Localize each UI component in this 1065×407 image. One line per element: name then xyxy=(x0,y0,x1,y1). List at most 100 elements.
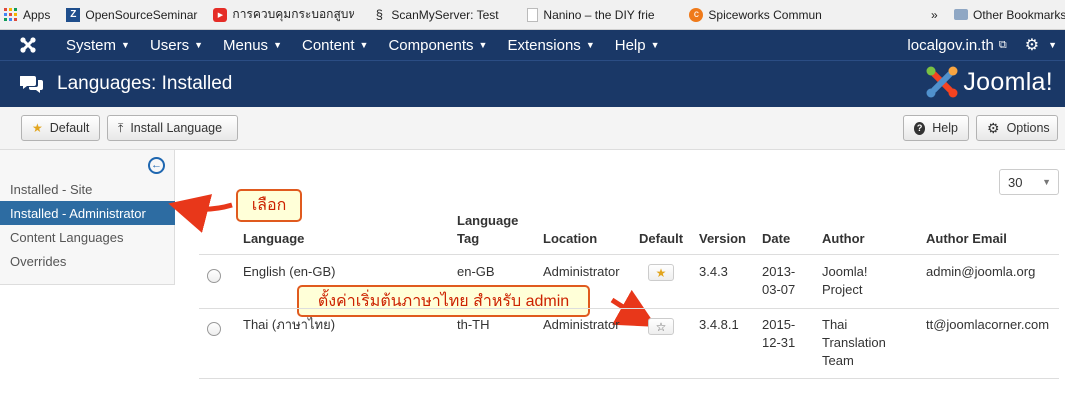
user-gear-menu[interactable]: ⚙ ▼ xyxy=(1015,30,1065,60)
options-button[interactable]: ⚙ Options xyxy=(976,115,1058,141)
caret-down-icon: ▼ xyxy=(194,40,204,50)
callout-default-admin: ตั้งค่าเริ่มต้นภาษาไทย สำหรับ admin xyxy=(297,285,590,317)
cell-author: Joomla! Project xyxy=(822,264,868,297)
menu-components[interactable]: Components ▼ xyxy=(378,30,497,60)
callout-text: เลือก xyxy=(251,197,287,214)
column-header-language-tag[interactable]: Language Tag xyxy=(457,212,518,248)
gear-icon: ⚙ xyxy=(987,119,1000,136)
collapse-sidebar-icon[interactable]: ← xyxy=(148,157,165,174)
column-header-language[interactable]: Language xyxy=(243,230,304,248)
joomla-brand: Joomla! xyxy=(925,65,1053,99)
page-title: Languages: Installed xyxy=(57,73,233,94)
question-circle-icon: ? xyxy=(914,121,926,135)
row-select-radio[interactable] xyxy=(207,269,221,283)
bookmark-scanmyserver[interactable]: § ScanMyServer: Test xyxy=(366,0,513,30)
sidebar: ← Installed - Site Installed - Administr… xyxy=(0,150,175,285)
chevron-down-icon: ▼ xyxy=(1042,177,1051,187)
caret-down-icon: ▼ xyxy=(585,40,595,50)
bookmark-spiceworks[interactable]: c Spiceworks Commun xyxy=(683,0,840,30)
site-link[interactable]: localgov.in.th ⧉ xyxy=(897,30,1014,60)
external-link-icon: ⧉ xyxy=(998,38,1007,51)
caret-down-icon: ▼ xyxy=(650,40,660,50)
caret-down-icon: ▼ xyxy=(1048,40,1057,50)
column-header-default[interactable]: Default xyxy=(639,230,683,248)
chevron-double-right-icon: » xyxy=(931,7,938,22)
cell-email: tt@joomlacorner.com xyxy=(926,317,1050,332)
column-header-location[interactable]: Location xyxy=(543,230,597,248)
sidebar-item-installed-administrator[interactable]: Installed - Administrator xyxy=(0,201,175,225)
sidebar-item-overrides[interactable]: Overrides xyxy=(0,249,175,273)
toolbar: ★ Default ⤒ Install Language ? Help ⚙ Op… xyxy=(0,107,1065,150)
column-header-date[interactable]: Date xyxy=(762,230,790,248)
gear-icon: ⚙ xyxy=(1024,37,1040,54)
sidebar-item-installed-site[interactable]: Installed - Site xyxy=(0,177,175,201)
menu-label: Menus xyxy=(223,36,269,54)
menu-system[interactable]: System ▼ xyxy=(56,30,140,60)
button-label: Help xyxy=(932,121,958,135)
joomla-small-logo-icon[interactable] xyxy=(0,36,56,54)
other-bookmarks[interactable]: Other Bookmarks xyxy=(948,0,1065,30)
menu-label: Extensions xyxy=(507,36,581,54)
caret-down-icon: ▼ xyxy=(478,40,488,50)
joomla-wordmark: Joomla! xyxy=(963,67,1053,96)
bookmark-nanino[interactable]: Nanino – the DIY frie xyxy=(521,0,679,30)
bookmark-label: OpenSourceSeminar xyxy=(85,7,198,22)
help-button[interactable]: ? Help xyxy=(903,115,969,141)
sidebar-item-label: Content Languages xyxy=(10,229,124,245)
bookmark-apps[interactable]: Apps xyxy=(0,0,56,30)
row-border xyxy=(199,378,1059,379)
button-label: Install Language xyxy=(130,121,223,135)
page-header: Languages: Installed Joomla! xyxy=(0,60,1065,107)
bookmark-label: Spiceworks Commun xyxy=(708,7,822,22)
row-select-radio[interactable] xyxy=(207,322,221,336)
column-header-author[interactable]: Author xyxy=(822,230,865,248)
folder-icon xyxy=(954,9,968,20)
sidebar-item-content-languages[interactable]: Content Languages xyxy=(0,225,175,249)
default-button[interactable]: ★ Default xyxy=(21,115,100,141)
install-language-button[interactable]: ⤒ Install Language xyxy=(107,115,238,141)
menu-extensions[interactable]: Extensions ▼ xyxy=(497,30,604,60)
site-name: localgov.in.th xyxy=(907,36,994,54)
arrow-to-sidebar xyxy=(168,194,233,233)
cell-email: admin@joomla.org xyxy=(926,264,1036,279)
menu-label: Users xyxy=(149,36,190,54)
menu-users[interactable]: Users ▼ xyxy=(140,30,213,60)
callout-text: ตั้งค่าเริ่มต้นภาษาไทย สำหรับ admin xyxy=(317,292,570,310)
bookmark-label: Nanino – the DIY frie xyxy=(543,7,655,22)
callout-select: เลือก xyxy=(236,189,302,222)
cell-date: 2015- 12-31 xyxy=(762,317,796,350)
menu-content[interactable]: Content ▼ xyxy=(292,30,378,60)
sidebar-item-label: Installed - Site xyxy=(10,181,93,197)
cell-language: Thai (ภาษาไทย) xyxy=(243,317,336,332)
column-header-version[interactable]: Version xyxy=(699,230,746,248)
bookmark-youtube[interactable]: ▶ การควบคุมกระบอกสูบห xyxy=(207,0,360,30)
cell-date: 2013- 03-07 xyxy=(762,264,796,297)
bookmarks-bar: Apps Z OpenSourceSeminar ▶ การควบคุมกระบ… xyxy=(0,0,1065,30)
cell-location: Administrator xyxy=(543,264,620,279)
cell-language: English (en-GB) xyxy=(243,264,336,279)
bookmark-label: ScanMyServer: Test xyxy=(391,7,499,22)
caret-down-icon: ▼ xyxy=(273,40,282,50)
menu-label: Components xyxy=(388,36,474,54)
upload-icon: ⤒ xyxy=(118,120,124,135)
more-bookmarks-button[interactable]: » xyxy=(925,0,944,30)
default-star-icon[interactable]: ★ xyxy=(648,264,674,281)
scanmyserver-icon: § xyxy=(375,7,384,22)
column-header-author-email[interactable]: Author Email xyxy=(926,230,1007,248)
menu-help[interactable]: Help ▼ xyxy=(605,30,670,60)
cell-author: Thai Translation Team xyxy=(822,317,886,368)
admin-top-nav: System ▼ Users ▼ Menus ▼ Content ▼ Component… xyxy=(0,30,1065,60)
menu-label: Help xyxy=(614,36,646,54)
list-limit-select[interactable]: 30 ▼ xyxy=(999,169,1059,195)
bookmark-label: การควบคุมกระบอกสูบห xyxy=(232,7,355,21)
menu-menus[interactable]: Menus ▼ xyxy=(213,30,292,60)
caret-down-icon: ▼ xyxy=(121,40,130,50)
make-default-star-icon[interactable]: ☆ xyxy=(648,318,674,335)
bookmark-opensourceseminar[interactable]: Z OpenSourceSeminar xyxy=(60,0,203,30)
comments-icon xyxy=(19,74,44,94)
cell-tag: en-GB xyxy=(457,264,495,279)
caret-down-icon: ▼ xyxy=(359,40,369,50)
z-logo-icon: Z xyxy=(66,7,81,22)
menu-label: System xyxy=(66,36,117,54)
cell-location: Administrator xyxy=(543,317,620,332)
